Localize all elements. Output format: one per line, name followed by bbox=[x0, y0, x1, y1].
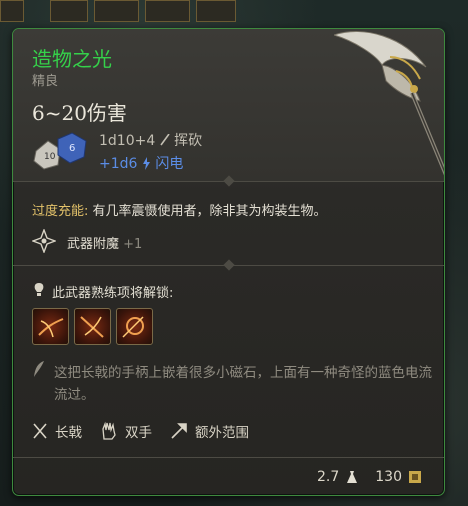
damage-type-secondary: 闪电 bbox=[155, 156, 184, 172]
slashing-icon bbox=[160, 133, 170, 146]
quill-icon bbox=[34, 361, 44, 377]
inventory-slot[interactable] bbox=[196, 0, 236, 22]
damage-type-primary: 挥砍 bbox=[174, 133, 203, 149]
property-label: 双手 bbox=[125, 425, 152, 441]
weight-icon bbox=[347, 471, 358, 483]
action-icon[interactable] bbox=[74, 308, 111, 345]
item-name: 造物之光 bbox=[32, 47, 112, 71]
divider-notch bbox=[223, 259, 235, 271]
gold-icon bbox=[409, 471, 421, 483]
item-value: 130 bbox=[375, 469, 402, 485]
secondary-damage-dice: +1d6 闪电 bbox=[99, 153, 183, 173]
svg-text:6: 6 bbox=[69, 143, 75, 154]
passive-ability: 过度充能: 有几率震慑使用者，除非其为构装生物。 bbox=[32, 200, 327, 219]
enchant-icon bbox=[32, 229, 56, 253]
enchant-value: +1 bbox=[123, 237, 143, 252]
unlocked-actions bbox=[32, 308, 153, 345]
item-stats-footer: 2.7 130 bbox=[317, 469, 422, 485]
item-rarity: 精良 bbox=[32, 74, 59, 89]
action-icon[interactable] bbox=[32, 308, 69, 345]
enchant-label: 武器附魔 bbox=[67, 237, 120, 252]
halberd-artwork bbox=[334, 31, 444, 176]
property-two-handed: 双手 bbox=[100, 421, 152, 441]
lightning-icon bbox=[142, 157, 150, 170]
property-label: 额外范围 bbox=[195, 425, 249, 441]
proficiency-icon bbox=[34, 283, 44, 296]
proficiency-unlock: 此武器熟练项将解锁: bbox=[52, 286, 174, 301]
property-reach: 额外范围 bbox=[170, 421, 249, 441]
inventory-slot[interactable] bbox=[94, 0, 139, 22]
property-label: 长戟 bbox=[55, 425, 82, 441]
inventory-slot[interactable] bbox=[0, 0, 24, 22]
primary-damage-dice: 1d10+4 挥砍 bbox=[99, 130, 202, 150]
passive-label: 过度充能: bbox=[32, 204, 89, 219]
dice-icon: 10 6 bbox=[33, 132, 87, 170]
item-weight: 2.7 bbox=[317, 469, 340, 485]
divider bbox=[13, 457, 444, 458]
property-halberd: 长戟 bbox=[32, 421, 82, 441]
item-tooltip: 造物之光 精良 6~20伤害 10 6 1d10+4 挥砍 +1d6 闪电 过度… bbox=[12, 28, 445, 496]
weapon-enchantment: 武器附魔 +1 bbox=[67, 233, 142, 252]
weapon-properties: 长戟 双手 额外范围 bbox=[32, 421, 267, 441]
item-damage: 6~20伤害 bbox=[32, 101, 127, 125]
inventory-slot[interactable] bbox=[50, 0, 88, 22]
halberd-icon bbox=[33, 423, 47, 439]
dice-secondary: +1d6 bbox=[99, 156, 138, 172]
svg-text:10: 10 bbox=[44, 152, 56, 162]
item-description: 这把长戟的手柄上嵌着很多小磁石，上面有一种奇怪的蓝色电流流过。 bbox=[54, 365, 432, 403]
inventory-slot[interactable] bbox=[145, 0, 190, 22]
two-handed-icon bbox=[102, 421, 116, 440]
action-icon[interactable] bbox=[116, 308, 153, 345]
reach-icon bbox=[171, 423, 187, 439]
dice-primary: 1d10+4 bbox=[99, 133, 156, 149]
passive-text: 有几率震慑使用者，除非其为构装生物。 bbox=[88, 204, 327, 219]
